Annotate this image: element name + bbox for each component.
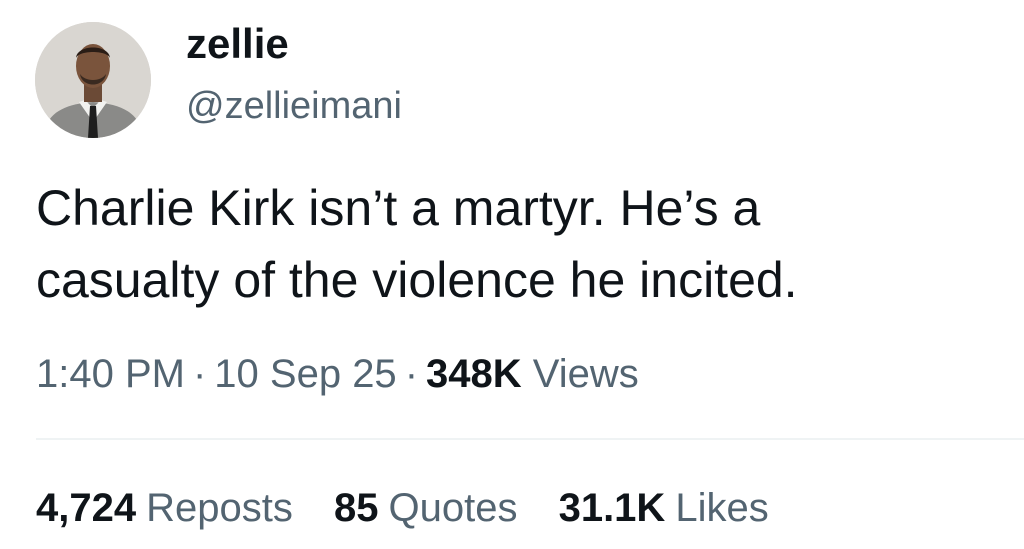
tweet-time[interactable]: 1:40 PM (36, 352, 185, 396)
quotes-count: 85 (333, 486, 379, 530)
reposts-stat[interactable]: 4,724 Reposts (36, 480, 293, 536)
tweet-text-line-1: Charlie Kirk isn’t a martyr. He’s a (36, 180, 761, 236)
separator-dot: · (404, 352, 419, 396)
tweet-meta: 1:40 PM · 10 Sep 25 · 348K Views (36, 346, 639, 402)
reposts-count: 4,724 (36, 486, 137, 530)
likes-stat[interactable]: 31.1K Likes (559, 480, 769, 536)
tweet-card: zellie @zellieimani Charlie Kirk isn’t a… (0, 0, 1024, 549)
views-label: Views (532, 352, 639, 396)
views-count: 348K (426, 352, 522, 396)
tweet-date[interactable]: 10 Sep 25 (214, 352, 396, 396)
avatar[interactable] (35, 22, 151, 138)
profile-photo-icon (35, 22, 151, 138)
likes-count: 31.1K (558, 486, 666, 530)
display-name[interactable]: zellie (186, 18, 289, 70)
tweet-text-line-2: casualty of the violence he incited. (36, 252, 798, 308)
likes-label: Likes (675, 486, 769, 530)
quotes-label: Quotes (388, 486, 518, 530)
user-handle[interactable]: @zellieimani (186, 82, 402, 130)
divider (36, 438, 1024, 440)
separator-dot: · (192, 352, 207, 396)
quotes-stat[interactable]: 85 Quotes (334, 480, 517, 536)
tweet-text: Charlie Kirk isn’t a martyr. He’s a casu… (36, 172, 996, 316)
engagement-stats: 4,724 Reposts 85 Quotes 31.1K Likes (36, 480, 799, 536)
reposts-label: Reposts (146, 486, 293, 530)
